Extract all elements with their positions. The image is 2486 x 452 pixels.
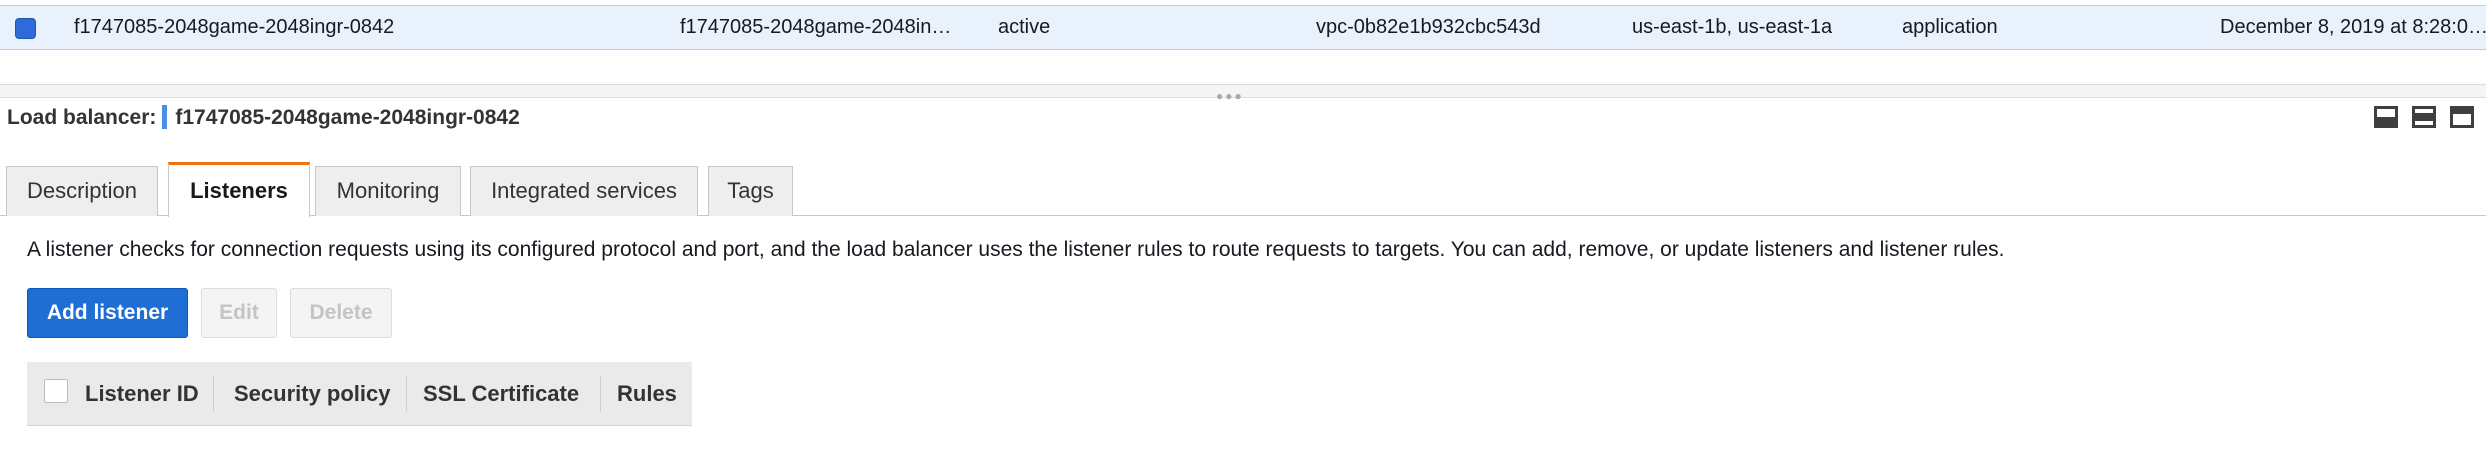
detail-tabs: Description Listeners Monitoring Integra… <box>0 162 2486 217</box>
tab-monitoring[interactable]: Monitoring <box>315 166 461 216</box>
listeners-description: A listener checks for connection request… <box>27 238 2005 261</box>
pane-splitter[interactable]: ●●● <box>0 84 2486 102</box>
column-header-listener-id[interactable]: Listener ID <box>85 362 199 426</box>
listeners-table-header: Listener ID Security policy SSL Certific… <box>27 362 692 426</box>
color-marker-icon <box>162 104 168 129</box>
column-header-security-policy[interactable]: Security policy <box>234 362 391 426</box>
lb-vpc-cell: vpc-0b82e1b932cbc543d <box>1316 16 1541 38</box>
detail-label: Load balancer: <box>7 106 157 129</box>
column-header-ssl-certificate[interactable]: SSL Certificate <box>423 362 579 426</box>
load-balancer-row[interactable]: f1747085-2048game-2048ingr-0842 f1747085… <box>0 5 2486 50</box>
split-pane-icon[interactable] <box>2412 106 2436 128</box>
detail-lb-name: f1747085-2048game-2048ingr-0842 <box>175 106 520 129</box>
lb-state-cell: active <box>998 16 1051 38</box>
detail-header: Load balancer: f1747085-2048game-2048ingr… <box>7 102 520 134</box>
delete-listener-button[interactable]: Delete <box>290 288 392 338</box>
tab-tags[interactable]: Tags <box>708 166 793 216</box>
bottom-pane-icon[interactable] <box>2374 106 2398 128</box>
add-listener-button[interactable]: Add listener <box>27 288 188 338</box>
lb-az-cell: us-east-1b, us-east-1a <box>1632 16 1833 38</box>
column-header-rules[interactable]: Rules <box>617 362 677 426</box>
tab-integrated-services[interactable]: Integrated services <box>470 166 698 216</box>
top-pane-icon[interactable] <box>2450 106 2474 128</box>
edit-listener-button[interactable]: Edit <box>201 288 277 338</box>
pane-layout-buttons <box>2374 106 2474 128</box>
lb-type-cell: application <box>1902 16 1998 38</box>
select-all-checkbox[interactable] <box>44 379 68 403</box>
lb-name-cell: f1747085-2048game-2048ingr-0842 <box>74 16 395 38</box>
lb-dns-cell: f1747085-2048game-2048in… <box>680 16 952 38</box>
tab-description[interactable]: Description <box>6 166 158 216</box>
lb-created-cell: December 8, 2019 at 8:28:0… <box>2220 16 2486 38</box>
row-checkbox[interactable] <box>15 18 36 39</box>
drag-handle-icon[interactable]: ●●● <box>1216 90 1244 102</box>
tab-listeners[interactable]: Listeners <box>168 162 310 217</box>
